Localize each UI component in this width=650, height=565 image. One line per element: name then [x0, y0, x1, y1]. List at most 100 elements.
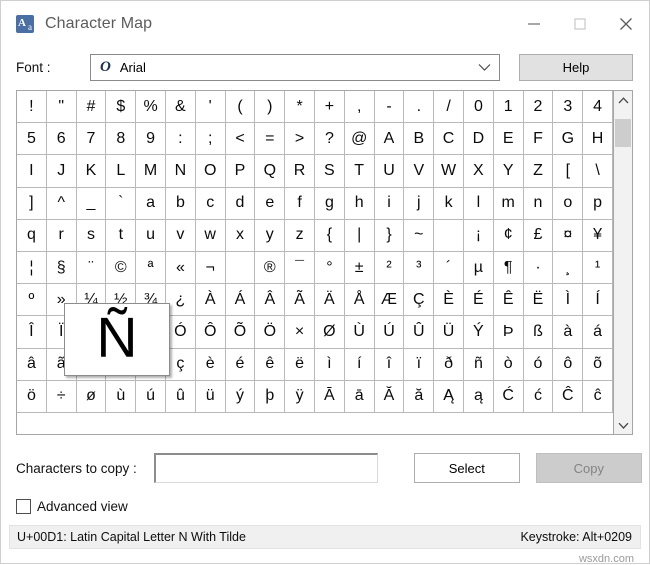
character-cell[interactable]: y [255, 219, 286, 252]
character-cell[interactable]: ĉ [583, 380, 613, 413]
chevron-down-icon[interactable] [478, 63, 491, 72]
character-cell[interactable]: R [285, 155, 315, 188]
character-cell[interactable]: è [195, 348, 226, 381]
character-cell[interactable]: ø [76, 380, 107, 413]
character-cell[interactable]: h [344, 187, 375, 220]
character-cell[interactable]: ÷ [46, 380, 77, 413]
character-cell[interactable]: G [553, 123, 584, 156]
character-cell[interactable]: 8 [106, 123, 137, 156]
character-cell[interactable]: E [493, 123, 524, 156]
character-cell[interactable]: Ø [314, 316, 345, 349]
character-cell[interactable]: : [165, 123, 196, 156]
character-cell[interactable]: ă [404, 380, 435, 413]
character-cell[interactable]: ! [17, 91, 47, 124]
character-cell[interactable]: P [225, 155, 256, 188]
character-cell[interactable]: ¨ [76, 251, 107, 285]
character-grid[interactable]: ! " # $% & '() * +, -./0 1 2 3 4 5 6 7 8 9:; < = >? @ A B C D E F G H… [16, 90, 613, 435]
character-cell[interactable]: Ô [195, 316, 226, 349]
character-cell[interactable]: ± [344, 251, 375, 285]
close-button[interactable] [603, 1, 649, 46]
character-cell[interactable]: Ë [523, 284, 554, 317]
copy-button[interactable]: Copy [535, 453, 642, 483]
character-cell[interactable]: @ [344, 123, 375, 156]
character-cell[interactable]: ( [225, 91, 256, 124]
character-cell[interactable]: w [195, 219, 226, 252]
character-cell[interactable]: } [374, 219, 405, 252]
character-cell[interactable]: b [165, 187, 196, 220]
character-cell[interactable]: ¢ [493, 219, 524, 252]
character-cell[interactable]: Ç [404, 284, 435, 317]
character-cell[interactable]: µ [463, 251, 494, 285]
character-cell[interactable]: ? [314, 123, 345, 156]
character-cell[interactable]: _ [76, 187, 107, 220]
character-cell[interactable]: ¥ [583, 219, 613, 252]
character-cell[interactable]: x [225, 219, 256, 252]
character-cell[interactable]: i [374, 187, 405, 220]
character-cell[interactable]: ë [285, 348, 315, 381]
character-cell[interactable]: ì [314, 348, 345, 381]
character-cell[interactable]: º [17, 284, 47, 317]
character-cell[interactable]: ÿ [285, 380, 315, 413]
character-cell[interactable]: % [136, 91, 166, 124]
character-cell[interactable]: Ā [314, 380, 345, 413]
character-cell[interactable]: - [374, 91, 405, 124]
character-cell[interactable]: ö [17, 380, 47, 413]
character-cell[interactable]: L [106, 155, 137, 188]
character-cell[interactable]: ą [463, 380, 494, 413]
character-cell[interactable]: Q [255, 155, 286, 188]
character-cell[interactable]: ¹ [583, 251, 613, 285]
character-cell[interactable]: É [463, 284, 494, 317]
character-cell[interactable]: 5 [17, 123, 47, 156]
character-cell[interactable]: ï [404, 348, 435, 381]
character-cell[interactable]: l [463, 187, 494, 220]
character-cell[interactable]: C [434, 123, 464, 156]
character-cell[interactable]: F [523, 123, 554, 156]
character-cell[interactable]: ¦ [17, 251, 47, 285]
character-cell[interactable]: ¯ [285, 251, 315, 285]
character-cell[interactable]: ° [314, 251, 345, 285]
character-cell[interactable]: Ä [314, 284, 345, 317]
character-cell[interactable]: Ú [374, 316, 405, 349]
character-cell[interactable]: u [136, 219, 166, 252]
character-cell[interactable]: Æ [374, 284, 405, 317]
character-cell[interactable]: n [523, 187, 554, 220]
character-cell[interactable]: Â [255, 284, 286, 317]
character-cell[interactable]: Ö [255, 316, 286, 349]
advanced-view-checkbox[interactable] [16, 498, 31, 514]
character-cell[interactable]: * [285, 91, 315, 124]
character-cell[interactable]: ^ [46, 187, 77, 220]
character-cell[interactable]: ć [523, 380, 554, 413]
character-cell[interactable]: { [314, 219, 345, 252]
minimize-button[interactable] [511, 1, 557, 46]
character-cell[interactable]: â [17, 348, 47, 381]
character-cell[interactable]: 0 [463, 91, 494, 124]
character-cell[interactable]: · [523, 251, 554, 285]
character-cell[interactable]: ç [165, 348, 196, 381]
character-cell[interactable]: > [285, 123, 315, 156]
character-cell[interactable]: Z [523, 155, 554, 188]
character-cell[interactable]: û [165, 380, 196, 413]
character-cell[interactable]: \ [583, 155, 613, 188]
character-cell[interactable]: Õ [225, 316, 256, 349]
character-cell[interactable]: ¶ [493, 251, 524, 285]
character-cell[interactable]: J [46, 155, 77, 188]
character-cell[interactable]: ü [195, 380, 226, 413]
character-cell[interactable]: Ù [344, 316, 375, 349]
character-cell[interactable]: 2 [523, 91, 554, 124]
character-cell[interactable]: ) [255, 91, 286, 124]
scrollbar-thumb[interactable] [615, 119, 631, 147]
character-cell[interactable]: « [165, 251, 196, 285]
character-cell[interactable]: à [553, 316, 584, 349]
character-cell[interactable]: q [17, 219, 47, 252]
character-cell[interactable]: e [255, 187, 286, 220]
character-cell[interactable]: S [314, 155, 345, 188]
character-cell[interactable]: [ [553, 155, 584, 188]
character-cell[interactable]: ~ [404, 219, 435, 252]
character-cell[interactable]: á [583, 316, 613, 349]
character-cell[interactable]: 1 [493, 91, 524, 124]
grid-scrollbar[interactable] [613, 90, 633, 435]
character-cell[interactable]: o [553, 187, 584, 220]
character-cell[interactable] [434, 219, 464, 252]
character-cell[interactable]: a [136, 187, 166, 220]
character-cell[interactable]: Y [493, 155, 524, 188]
